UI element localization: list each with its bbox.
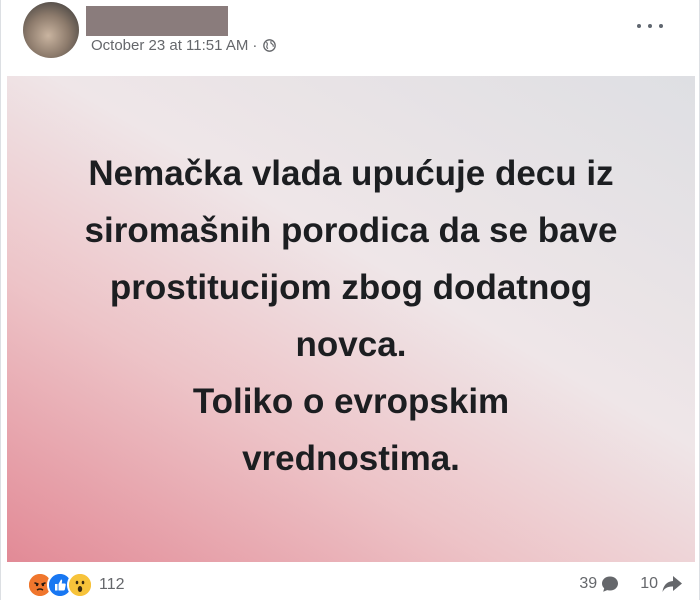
globe-icon (263, 39, 277, 52)
post-text-line: novca. (295, 325, 407, 364)
post-text-line: Nemačka vlada upućuje decu iz (88, 154, 614, 193)
post-text-line: siromašnih porodica da se bave (84, 211, 618, 250)
meta-separator: · (252, 37, 258, 54)
post-header: October 23 at 11:51 AM · (1, 0, 700, 76)
comments-count: 39 (579, 575, 598, 592)
redacted-author-name (86, 6, 228, 36)
post: October 23 at 11:51 AM · Nemačka vlada u… (0, 0, 700, 600)
post-text-line: prostitucijom zbog dodatnog (109, 268, 593, 307)
post-text-line: vrednostima. (242, 439, 460, 478)
reaction-count: 112 (99, 576, 125, 593)
comment-icon (602, 576, 619, 592)
more-options-icon[interactable] (637, 16, 663, 36)
shares-count: 10 (640, 575, 658, 592)
post-timestamp[interactable]: October 23 at 11:51 AM (91, 37, 248, 54)
engagement-stats: 39 10 (559, 574, 683, 594)
comments-link[interactable]: 39 (579, 574, 620, 594)
avatar[interactable] (23, 2, 79, 58)
post-footer: 112 39 10 (1, 562, 700, 600)
text-post-card: Nemačka vlada upućuje decu iz siromašnih… (7, 76, 695, 562)
post-meta: October 23 at 11:51 AM · (91, 37, 277, 54)
post-text-line: Toliko o evropskim (192, 382, 510, 421)
wow-icon (67, 572, 93, 598)
reactions-summary[interactable]: 112 (27, 572, 125, 598)
shares-link[interactable]: 10 (640, 574, 683, 594)
post-text: Nemačka vlada upućuje decu iz siromašnih… (31, 145, 671, 487)
share-icon (662, 576, 682, 592)
